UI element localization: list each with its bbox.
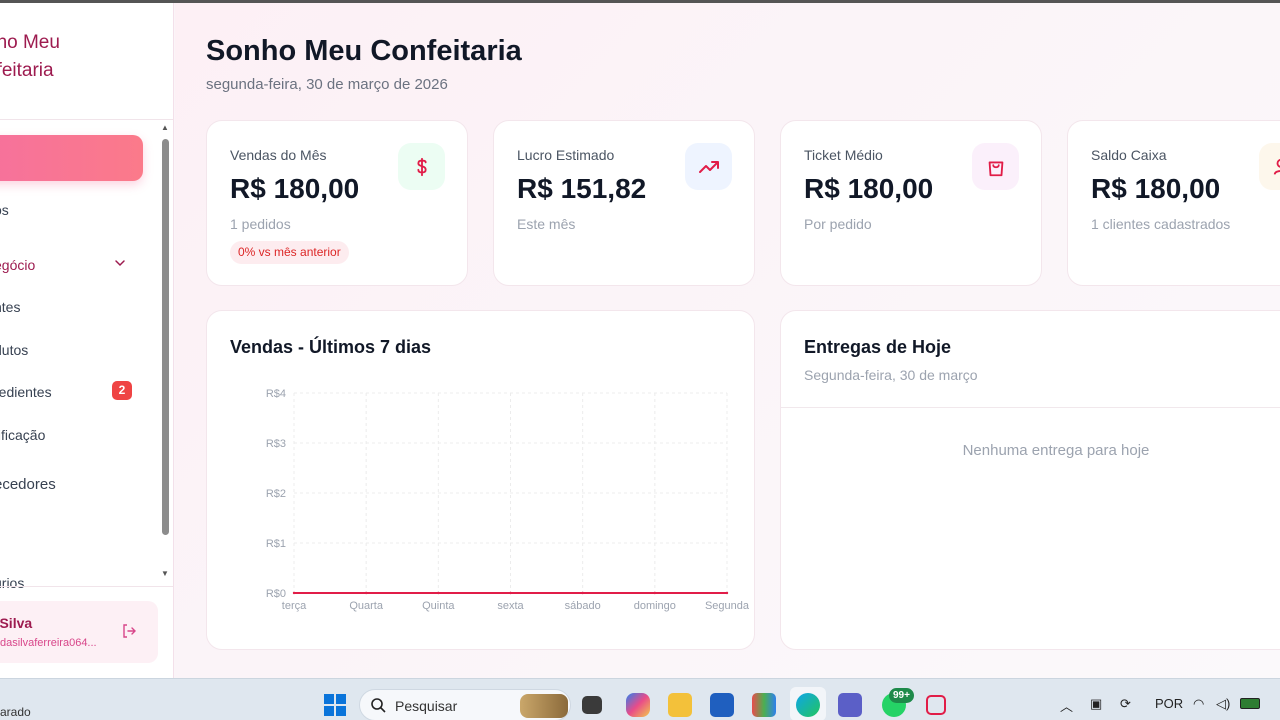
task-view-icon[interactable]: [582, 696, 602, 714]
whatsapp-notification-badge: 99+: [889, 688, 914, 703]
sales-data-point: [653, 591, 657, 595]
search-placeholder: Pesquisar: [395, 698, 458, 714]
comparison-pill: 0% vs mês anterior: [230, 241, 349, 264]
stat-card-lucro: Lucro Estimado R$ 151,82 Este mês: [493, 120, 755, 286]
battery-icon[interactable]: [1240, 698, 1260, 709]
card-label: Lucro Estimado: [517, 147, 615, 163]
sidebar-item-ingredientes[interactable]: redientes: [0, 384, 52, 400]
user-email: dasilvaferreira064...: [0, 637, 97, 649]
y-tick-label: R$0: [266, 588, 286, 600]
brand-divider: [0, 119, 173, 120]
trending-up-icon: [685, 143, 732, 190]
snipping-tool-icon[interactable]: [926, 695, 946, 715]
card-subtext: 1 pedidos: [230, 216, 291, 232]
users-icon: [1259, 143, 1280, 190]
user-name: as Silva: [0, 615, 33, 631]
stat-card-vendas: Vendas do Mês R$ 180,00 1 pedidos 0% vs …: [206, 120, 468, 286]
sidebar-item-dashboard-active[interactable]: [0, 135, 143, 181]
file-explorer-icon[interactable]: [668, 693, 692, 717]
sidebar-item-precificacao[interactable]: tificação: [0, 427, 45, 443]
sales-data-point: [292, 591, 296, 595]
deliveries-panel: Entregas de Hoje Segunda-feira, 30 de ma…: [780, 310, 1280, 650]
chevron-down-icon[interactable]: [114, 257, 126, 269]
card-subtext: Por pedido: [804, 216, 872, 232]
taskbar-search-box[interactable]: Pesquisar: [359, 689, 571, 720]
card-subtext: Este mês: [517, 216, 576, 232]
teams-icon[interactable]: [838, 693, 862, 717]
stat-card-saldo: Saldo Caixa R$ 180,00 1 clientes cadastr…: [1067, 120, 1280, 286]
sales-data-point: [509, 591, 512, 595]
taskbar-left-text: arado: [0, 705, 31, 719]
x-tick-label: domingo: [634, 600, 676, 612]
page-title: Sonho Meu Confeitaria: [206, 35, 522, 67]
language-indicator[interactable]: POR: [1155, 696, 1183, 711]
shopping-bag-icon: [972, 143, 1019, 190]
wifi-icon[interactable]: ◠: [1193, 696, 1204, 712]
card-label: Saldo Caixa: [1091, 147, 1167, 163]
ingredientes-badge: 2: [112, 381, 132, 400]
page-date: segunda-feira, 30 de março de 2026: [206, 76, 448, 93]
x-tick-label: sábado: [565, 600, 601, 612]
scroll-up-arrow-icon[interactable]: ▲: [161, 123, 169, 132]
sales-data-point: [364, 591, 368, 595]
main-content: Sonho Meu Confeitaria segunda-feira, 30 …: [175, 3, 1280, 678]
y-tick-label: R$3: [266, 438, 286, 450]
tray-expand-icon[interactable]: ︿: [1060, 696, 1073, 715]
y-tick-label: R$1: [266, 538, 286, 550]
x-tick-label: Quinta: [422, 600, 455, 612]
app-icon[interactable]: [752, 693, 776, 717]
sales-line-chart: R$0 R$1 R$2 R$3 R$4 terça Quarta Quinta sexta sáb…: [266, 388, 750, 612]
sales-data-point: [725, 591, 729, 595]
stat-card-ticket: Ticket Médio R$ 180,00 Por pedido: [780, 120, 1042, 286]
user-card: as Silva dasilvaferreira064...: [0, 601, 158, 663]
volume-icon[interactable]: ◁): [1216, 696, 1230, 712]
sidebar-brand[interactable]: nho Meu nfeitaria: [0, 29, 60, 85]
deliveries-divider: [781, 407, 1280, 408]
deliveries-title: Entregas de Hoje: [804, 337, 952, 357]
card-value: R$ 180,00: [804, 173, 934, 204]
sales-data-point: [437, 591, 440, 595]
sidebar-item-clientes[interactable]: ntes: [0, 299, 20, 315]
card-value: R$ 180,00: [1091, 173, 1221, 204]
sidebar-scroll-thumb[interactable]: [162, 139, 169, 535]
copilot-icon[interactable]: [626, 693, 650, 717]
dollar-icon: [398, 143, 445, 190]
deliveries-subtitle: Segunda-feira, 30 de março: [804, 367, 978, 383]
search-icon: [371, 698, 386, 713]
sidebar-item-fornecedores[interactable]: ecedores: [0, 476, 56, 493]
sales-data-point: [581, 591, 584, 595]
scroll-down-arrow-icon[interactable]: ▼: [161, 569, 169, 578]
x-tick-label: Segunda: [705, 600, 750, 612]
tray-sync-icon[interactable]: ⟳: [1120, 696, 1131, 712]
windows-taskbar: arado Pesquisar 99+ ︿ ▣ ⟳ POR ◠ ◁): [0, 678, 1280, 720]
card-value: R$ 180,00: [230, 173, 360, 204]
brand-line-1: nho Meu: [0, 32, 60, 53]
card-label: Vendas do Mês: [230, 147, 327, 163]
sidebar-item-usuarios[interactable]: urios: [0, 575, 24, 591]
sidebar-item-pedidos[interactable]: os: [0, 202, 9, 218]
y-tick-label: R$2: [266, 488, 286, 500]
windows-start-icon[interactable]: [324, 694, 346, 716]
card-subtext: 1 clientes cadastrados: [1091, 216, 1231, 232]
card-value: R$ 151,82: [517, 173, 647, 204]
deliveries-empty-message: Nenhuma entrega para hoje: [962, 442, 1150, 459]
x-tick-label: sexta: [497, 600, 524, 612]
sidebar-item-produtos[interactable]: dutos: [0, 342, 28, 358]
y-tick-label: R$4: [266, 388, 286, 400]
card-label: Ticket Médio: [804, 147, 883, 163]
sidebar-group-negocio[interactable]: egócio: [0, 257, 35, 273]
sales-chart-panel: Vendas - Últimos 7 dias R$0 R$1 R$2 R$3 R$4 t…: [206, 310, 755, 650]
x-tick-label: Quarta: [349, 600, 384, 612]
sidebar-bottom-divider: [0, 586, 173, 587]
x-tick-label: terça: [282, 600, 307, 612]
microsoft-store-icon[interactable]: [710, 693, 734, 717]
search-highlight-image: [520, 694, 568, 718]
sidebar: nho Meu nfeitaria os egócio ntes dutos r…: [0, 3, 174, 678]
brand-line-2: nfeitaria: [0, 60, 54, 81]
tray-device-icon[interactable]: ▣: [1090, 696, 1102, 712]
logout-icon[interactable]: [121, 623, 137, 639]
edge-browser-icon[interactable]: [796, 693, 820, 717]
